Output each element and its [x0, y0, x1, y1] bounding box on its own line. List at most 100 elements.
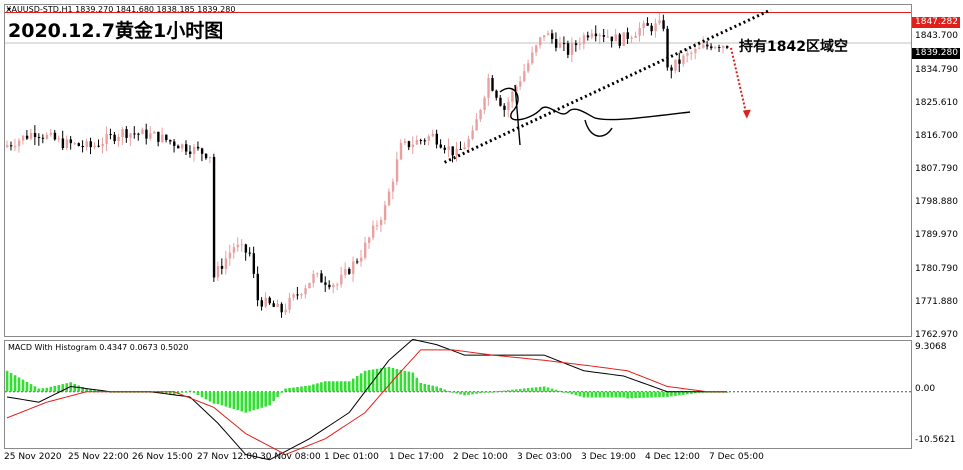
histogram-bar	[471, 391, 474, 395]
candle-body	[364, 242, 367, 258]
candle-body	[141, 129, 144, 135]
histogram-bar	[308, 385, 311, 392]
candle-body	[375, 225, 379, 227]
candle-body	[718, 47, 721, 49]
candle-body	[129, 133, 132, 138]
candle-body	[690, 52, 693, 54]
candle-body	[391, 181, 395, 192]
histogram-bar	[324, 381, 327, 392]
macd-tick: -10.5621	[915, 435, 956, 445]
histogram-bar	[459, 391, 462, 395]
candle-body	[630, 37, 633, 39]
time-tick: 25 Nov 22:00	[68, 452, 129, 462]
histogram-bar	[534, 387, 538, 392]
macd-axis[interactable]: 9.3068 0.00 -10.5621	[912, 340, 963, 449]
candle-body	[471, 130, 474, 139]
candle-body	[670, 67, 673, 71]
candle-body	[45, 134, 49, 139]
candle-body	[535, 45, 538, 53]
candle-body	[431, 133, 435, 137]
histogram-bar	[678, 391, 681, 396]
time-tick: 3 Dec 19:00	[581, 452, 636, 462]
candle-body	[260, 300, 263, 307]
histogram-bar	[550, 388, 554, 392]
histogram-bar	[475, 391, 478, 394]
price-axis[interactable]: 1843.700 1834.790 1825.610 1816.700 1807…	[912, 4, 963, 340]
candle-body	[467, 138, 470, 148]
histogram-bar	[355, 376, 359, 392]
histogram-bar	[546, 387, 550, 392]
candle-body	[57, 138, 61, 140]
candle-body	[602, 35, 606, 37]
candle-body	[415, 140, 419, 145]
candle-body	[344, 269, 347, 275]
candle-body	[714, 47, 717, 49]
candle-body	[710, 46, 713, 49]
time-tick: 4 Dec 12:00	[645, 452, 700, 462]
candle-body	[149, 133, 152, 139]
histogram-bar	[240, 391, 244, 412]
candle-body	[117, 136, 120, 142]
candle-body	[531, 52, 534, 64]
histogram-bar	[339, 381, 343, 392]
histogram-bar	[455, 391, 458, 394]
histogram-bar	[670, 391, 673, 397]
histogram-bar	[582, 391, 586, 398]
histogram-bar	[606, 391, 610, 398]
candle-body	[678, 59, 681, 64]
histogram-bar	[427, 384, 431, 392]
candle-body	[192, 146, 196, 154]
candle-body	[292, 294, 295, 298]
time-axis[interactable]: 25 Nov 2020 25 Nov 22:00 26 Nov 15:00 27…	[0, 449, 912, 470]
candle-body	[300, 294, 303, 296]
histogram-bar	[320, 382, 323, 392]
candle-body	[244, 244, 248, 253]
candle-body	[435, 133, 439, 145]
candle-body	[622, 32, 625, 46]
candle-body	[383, 205, 387, 220]
candle-body	[582, 35, 586, 45]
candle-body	[157, 131, 160, 142]
candle-body	[224, 258, 228, 269]
price-tick: 1816.700	[915, 131, 958, 141]
histogram-bar	[598, 391, 602, 398]
histogram-bar	[188, 390, 192, 392]
histogram-bar	[25, 381, 29, 392]
candle-body	[463, 147, 466, 150]
candle-body	[196, 146, 200, 149]
histogram-bar	[570, 391, 574, 395]
candle-body	[499, 97, 502, 106]
price-tick: 1771.880	[915, 297, 958, 307]
histogram-bar	[13, 375, 17, 392]
macd-tick: 9.3068	[915, 342, 947, 352]
mt4-chart-window: XAUUSD-STD,H1 1839.270 1841.680 1838.185…	[0, 0, 963, 470]
candle-body	[519, 81, 522, 87]
candle-body	[208, 156, 212, 159]
histogram-bar	[33, 386, 37, 392]
candle-body	[658, 20, 661, 24]
candle-body	[419, 140, 423, 142]
candle-body	[570, 43, 574, 55]
histogram-bar	[29, 384, 33, 392]
candle-body	[523, 71, 526, 82]
candle-body	[13, 146, 17, 148]
histogram-bar	[248, 391, 252, 412]
candle-body	[240, 244, 244, 246]
candle-body	[69, 139, 73, 144]
candle-body	[546, 33, 550, 36]
candle-body	[41, 137, 45, 139]
candle-body	[113, 134, 116, 142]
histogram-bar	[510, 389, 514, 392]
histogram-bar	[423, 383, 427, 392]
candle-body	[495, 90, 498, 98]
histogram-bar	[57, 385, 61, 392]
histogram-bar	[17, 377, 21, 392]
histogram-bar	[503, 390, 506, 392]
candle-body	[268, 297, 271, 304]
candle-body	[276, 303, 279, 307]
candle-body	[558, 43, 562, 48]
macd-line	[6, 338, 727, 461]
histogram-bar	[288, 388, 291, 392]
histogram-bar	[419, 382, 423, 392]
candle-body	[348, 269, 351, 274]
